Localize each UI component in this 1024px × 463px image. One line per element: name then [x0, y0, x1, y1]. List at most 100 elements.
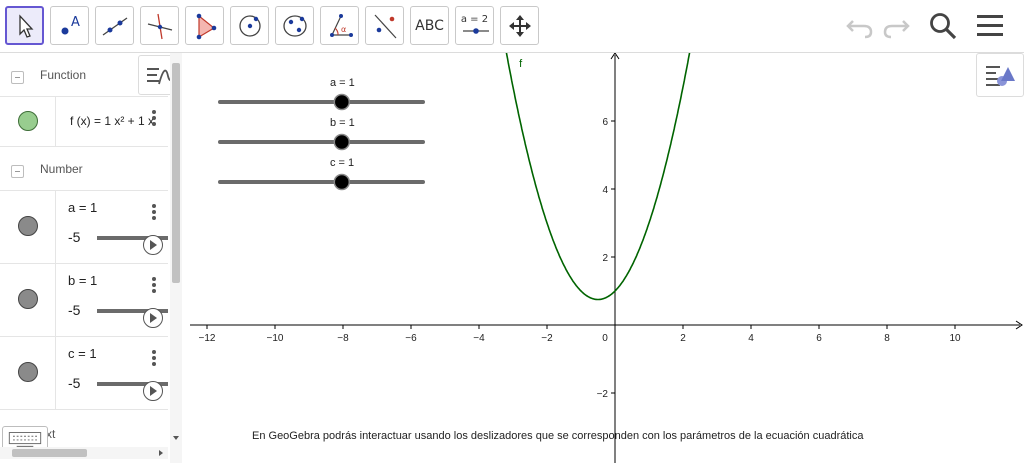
line-tool-button[interactable]	[95, 6, 134, 45]
number-label-b[interactable]: b = 1	[68, 273, 97, 288]
perpendicular-line-icon	[147, 13, 172, 39]
undo-icon	[846, 20, 873, 39]
graphics-slider-knob[interactable]	[333, 93, 351, 111]
y-tick-label: −2	[597, 389, 609, 400]
number-item-c[interactable]: c = 1 -5	[0, 337, 168, 410]
play-icon[interactable]	[143, 235, 163, 255]
slider-tool-button[interactable]: a = 2	[455, 6, 494, 45]
point-icon: A	[61, 15, 80, 34]
x-tick-label: −4	[473, 333, 485, 344]
y-tick-label: 4	[602, 185, 608, 196]
graphics-slider-knob[interactable]	[333, 133, 351, 151]
function-f-label[interactable]: f	[519, 58, 523, 70]
number-item-a[interactable]: a = 1 -5	[0, 191, 168, 264]
search-icon	[930, 13, 957, 40]
circle-icon	[238, 14, 261, 37]
line-icon	[102, 16, 127, 36]
graphics-canvas[interactable]: −12 −10 −8 −6 −4 −2 0 2 4 6 8 10 6 4 2 −2 f	[190, 51, 1024, 463]
perpendicular-line-tool-button[interactable]	[140, 6, 179, 45]
x-tick-label: 2	[680, 333, 686, 344]
y-tick-label: 2	[602, 253, 608, 264]
polygon-tool-button[interactable]	[185, 6, 224, 45]
collapse-icon[interactable]	[11, 165, 24, 178]
more-options-icon[interactable]	[152, 110, 156, 126]
undo-button[interactable]	[842, 10, 878, 42]
reflect-tool-button[interactable]	[365, 6, 404, 45]
number-group-header[interactable]: Number	[0, 147, 168, 191]
y-tick-label: 6	[602, 117, 608, 128]
scroll-down-arrow-icon[interactable]	[170, 433, 182, 443]
visibility-toggle-icon[interactable]	[18, 289, 38, 309]
slider-min-b: -5	[68, 302, 81, 318]
x-tick-label: 8	[884, 333, 890, 344]
marble-cell	[0, 97, 56, 146]
polygon-icon	[196, 13, 216, 39]
circle-tool-button[interactable]	[230, 6, 269, 45]
more-options-icon[interactable]	[152, 204, 156, 220]
algebra-vertical-scrollbar[interactable]	[170, 53, 182, 463]
x-tick-label: 0	[602, 333, 608, 344]
function-definition[interactable]: f (x) = 1 x² + 1 x	[70, 114, 154, 128]
visibility-toggle-icon[interactable]	[18, 111, 38, 131]
collapse-icon[interactable]	[11, 71, 24, 84]
angle-tool-button[interactable]: α	[320, 6, 359, 45]
main-menu-button[interactable]	[972, 10, 1008, 42]
move-arrows-icon	[508, 14, 531, 37]
number-item-b[interactable]: b = 1 -5	[0, 264, 168, 337]
x-tick-label: 6	[816, 333, 822, 344]
graphics-slider-knob[interactable]	[333, 173, 351, 191]
number-group-title: Number	[40, 162, 83, 176]
scrollbar-thumb[interactable]	[172, 63, 180, 283]
number-label-c[interactable]: c = 1	[68, 346, 97, 361]
text-tool-button[interactable]: ABC	[410, 6, 449, 45]
graphics-slider-label-c[interactable]: c = 1	[330, 157, 354, 169]
x-tick-label: −6	[405, 333, 417, 344]
algebra-view: Function f (x) = 1 x² + 1 x Number a = 1…	[0, 53, 182, 463]
algebra-horizontal-scrollbar[interactable]	[0, 447, 168, 459]
function-group-title: Function	[40, 68, 87, 82]
redo-icon	[883, 20, 910, 39]
instruction-text: En GeoGebra podrás interactuar usando lo…	[252, 430, 864, 442]
point-tool-button[interactable]: A	[50, 6, 89, 45]
more-options-icon[interactable]	[152, 350, 156, 366]
number-label-a[interactable]: a = 1	[68, 200, 97, 215]
ellipse-tool-button[interactable]	[275, 6, 314, 45]
toolbar: A α ABC a = 2	[0, 0, 1024, 53]
function-f-curve[interactable]	[505, 51, 691, 301]
redo-button[interactable]	[878, 10, 914, 42]
move-tool-button[interactable]	[5, 6, 44, 45]
graphics-style-bar-button[interactable]	[976, 53, 1024, 97]
scroll-right-arrow-icon[interactable]	[156, 447, 166, 459]
point-tool-label: A	[71, 15, 80, 30]
graphics-slider-label-b[interactable]: b = 1	[330, 117, 355, 129]
marble-cell	[0, 337, 56, 409]
slider-min-c: -5	[68, 375, 81, 391]
scrollbar-thumb[interactable]	[12, 449, 87, 457]
play-icon[interactable]	[143, 381, 163, 401]
angle-icon: α	[329, 13, 353, 37]
visibility-toggle-icon[interactable]	[18, 362, 38, 382]
x-tick-label: 4	[748, 333, 754, 344]
play-icon[interactable]	[143, 308, 163, 328]
move-graphics-view-tool-button[interactable]	[500, 6, 539, 45]
arrow-cursor-icon	[18, 13, 33, 38]
more-options-icon[interactable]	[152, 277, 156, 293]
x-tick-label: −8	[337, 333, 349, 344]
function-item[interactable]: f (x) = 1 x² + 1 x	[0, 97, 168, 147]
graphics-style-icon	[986, 66, 1015, 86]
geogebra-app: A α ABC a = 2 Function f (x) = 1 x² + 1 …	[0, 0, 1024, 463]
graphics-slider-label-a[interactable]: a = 1	[330, 77, 355, 89]
search-button[interactable]	[925, 10, 961, 42]
visibility-toggle-icon[interactable]	[18, 216, 38, 236]
ellipse-icon	[282, 14, 307, 37]
marble-cell	[0, 264, 56, 336]
angle-tool-label: α	[341, 25, 346, 34]
hamburger-menu-icon	[977, 15, 1003, 36]
slider-min-a: -5	[68, 229, 81, 245]
reflect-icon	[374, 14, 396, 38]
x-tick-label: −12	[199, 333, 216, 344]
x-tick-label: −2	[541, 333, 553, 344]
x-tick-label: −10	[267, 333, 284, 344]
slider-icon	[463, 28, 489, 34]
graphics-view[interactable]: −12 −10 −8 −6 −4 −2 0 2 4 6 8 10 6 4 2 −2 f	[190, 51, 1024, 463]
